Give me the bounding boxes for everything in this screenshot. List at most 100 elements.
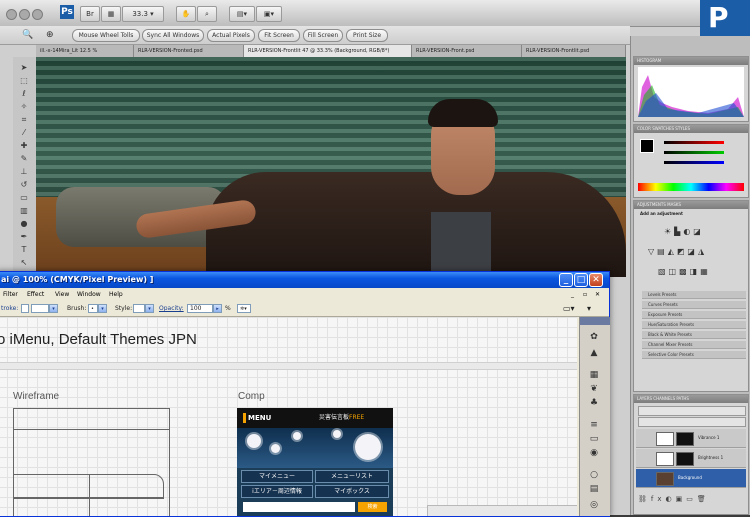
blend-mode-select[interactable] bbox=[638, 406, 746, 416]
transparency-panel-icon[interactable]: ◉ bbox=[587, 447, 601, 459]
history-brush-tool-icon[interactable]: ↺ bbox=[18, 180, 30, 190]
zoom-mode-icon[interactable]: ⊕ bbox=[46, 29, 66, 41]
recolor-artwork-icon[interactable]: ✲▾ bbox=[237, 304, 251, 313]
doc-minimize-icon[interactable]: _ bbox=[571, 288, 574, 301]
dock-collapse-bar[interactable] bbox=[580, 317, 610, 325]
graphic-style-swatch[interactable] bbox=[133, 304, 145, 313]
pen-tool-icon[interactable]: ✒ bbox=[18, 232, 30, 242]
brush-definition-field[interactable]: • bbox=[88, 304, 98, 313]
stroke-color-swatch[interactable] bbox=[21, 304, 29, 313]
maximize-button[interactable]: □ bbox=[574, 273, 588, 287]
eraser-tool-icon[interactable]: ▭ bbox=[18, 193, 30, 203]
close-window-icon[interactable] bbox=[6, 9, 17, 20]
marquee-tool-icon[interactable]: ⬚ bbox=[18, 76, 30, 86]
horizontal-scrollbar[interactable] bbox=[427, 505, 577, 516]
bridge-button[interactable]: Br bbox=[80, 6, 100, 22]
brush-dropdown-icon[interactable]: ▾ bbox=[98, 304, 107, 313]
path-select-tool-icon[interactable]: ↖ bbox=[18, 258, 30, 268]
graphic-styles-icon[interactable]: ♣ bbox=[587, 397, 601, 409]
eyedropper-tool-icon[interactable]: ⁄ bbox=[18, 128, 30, 138]
sync-windows-checkbox[interactable]: Sync All Windows bbox=[142, 29, 204, 42]
tab-document-1[interactable]: ill.-x-14Mira_Lit 12.5 % bbox=[36, 45, 134, 57]
blue-slider[interactable] bbox=[664, 161, 724, 164]
brushes-icon[interactable]: ❦ bbox=[587, 383, 601, 395]
fill-screen-button[interactable]: Fill Screen bbox=[303, 29, 343, 42]
adjustment-icons-row-1[interactable]: ☀▙◐◪ bbox=[664, 227, 724, 237]
dodge-tool-icon[interactable]: ● bbox=[18, 219, 30, 229]
hand-tool-icon[interactable]: ✋ bbox=[176, 6, 196, 22]
layer-row-selected[interactable]: Background bbox=[636, 469, 746, 488]
opacity-label[interactable]: Opacity: bbox=[159, 301, 184, 316]
stroke-panel-icon[interactable]: ≡ bbox=[587, 419, 601, 431]
green-slider[interactable] bbox=[664, 151, 724, 154]
symbols-icon[interactable]: ▦ bbox=[587, 369, 601, 381]
tab-document-active[interactable]: RLR-VERSION-Frontlit 47 @ 33.3% (Backgro… bbox=[244, 45, 412, 57]
appearance-panel-icon[interactable]: ○ bbox=[587, 469, 601, 481]
arrange-documents-button[interactable]: ▤▾ bbox=[229, 6, 255, 22]
preset-curves[interactable]: Curves Presets bbox=[642, 301, 746, 309]
gradient-tool-icon[interactable]: ▥ bbox=[18, 206, 30, 216]
swatches-icon[interactable]: ▲ bbox=[587, 347, 601, 359]
adjustment-icons-row-2[interactable]: ▽▤◭◩◪◮ bbox=[648, 247, 740, 257]
opacity-dropdown-icon[interactable]: ▸ bbox=[213, 304, 222, 313]
healing-tool-icon[interactable]: ✚ bbox=[18, 141, 30, 151]
layers-panel-icon[interactable]: ▤ bbox=[587, 483, 601, 495]
workspace-switcher-icon[interactable]: ▭▾ bbox=[563, 301, 575, 316]
gradient-panel-icon[interactable]: ▭ bbox=[587, 433, 601, 445]
preset-hue-saturation[interactable]: Hue/Saturation Presets bbox=[642, 321, 746, 329]
zoom-in-icon[interactable]: 🔍 bbox=[22, 29, 34, 41]
canvas-photo[interactable] bbox=[36, 57, 626, 277]
zoom-tool-icon[interactable]: ⌕ bbox=[197, 6, 217, 22]
ai-artboard[interactable]: o iMenu, Default Themes JPN Wireframe Co… bbox=[0, 317, 577, 516]
fit-screen-button[interactable]: Fit Screen bbox=[258, 29, 300, 42]
lasso-tool-icon[interactable]: ℓ bbox=[18, 89, 30, 99]
preset-levels[interactable]: Levels Presets bbox=[642, 291, 746, 299]
stroke-weight-input[interactable] bbox=[31, 304, 49, 313]
tab-document-4[interactable]: RLR-VERSION-Front.psd bbox=[412, 45, 522, 57]
lock-row[interactable] bbox=[638, 417, 746, 427]
menu-effect[interactable]: Effect bbox=[27, 288, 44, 301]
stamp-tool-icon[interactable]: ⊥ bbox=[18, 167, 30, 177]
opacity-input[interactable]: 100 bbox=[187, 304, 213, 313]
stroke-dropdown-icon[interactable]: ▾ bbox=[49, 304, 58, 313]
quick-select-tool-icon[interactable]: ✧ bbox=[18, 102, 30, 112]
ai-titlebar[interactable]: ai @ 100% (CMYK/Pixel Preview) ] _ □ ✕ bbox=[0, 272, 609, 288]
preset-channel-mixer[interactable]: Channel Mixer Presets bbox=[642, 341, 746, 349]
artboards-panel-icon[interactable]: ◎ bbox=[587, 499, 601, 511]
preset-selective-color[interactable]: Selective Color Presets bbox=[642, 351, 746, 359]
preset-exposure[interactable]: Exposure Presets bbox=[642, 311, 746, 319]
screen-mode-button[interactable]: ▣▾ bbox=[256, 6, 282, 22]
zoom-window-icon[interactable] bbox=[32, 9, 43, 20]
layer-row[interactable]: Vibrance 1 bbox=[636, 429, 746, 448]
menu-help[interactable]: Help bbox=[109, 288, 123, 301]
minimize-button[interactable]: _ bbox=[559, 273, 573, 287]
color-guide-icon[interactable]: ✿ bbox=[587, 331, 601, 343]
style-dropdown-icon[interactable]: ▾ bbox=[145, 304, 154, 313]
type-tool-icon[interactable]: T bbox=[18, 245, 30, 255]
move-tool-icon[interactable]: ➤ bbox=[18, 63, 30, 73]
doc-restore-icon[interactable]: ▫ bbox=[583, 288, 587, 301]
panel-menu-icon[interactable]: ▾ bbox=[587, 301, 591, 316]
close-button[interactable]: ✕ bbox=[589, 273, 603, 287]
tab-document-2[interactable]: RLR-VERSION-Fronted.psd bbox=[134, 45, 244, 57]
menu-view[interactable]: View bbox=[55, 288, 69, 301]
brush-tool-icon[interactable]: ✎ bbox=[18, 154, 30, 164]
layer-actions-bar[interactable]: ⛓fx◐▣▭🗑 bbox=[638, 495, 744, 507]
zoom-select[interactable]: 33.3 ▾ bbox=[122, 6, 164, 22]
adjustment-icons-row-3[interactable]: ▧◫▩◨▦ bbox=[658, 267, 738, 277]
preset-black-white[interactable]: Black & White Presets bbox=[642, 331, 746, 339]
mini-bridge-button[interactable]: ▦ bbox=[101, 6, 121, 22]
tab-document-5[interactable]: RLR-VERSION-Frontlit.psd bbox=[522, 45, 626, 57]
red-slider[interactable] bbox=[664, 141, 724, 144]
menu-window[interactable]: Window bbox=[77, 288, 101, 301]
foreground-color-swatch[interactable] bbox=[640, 139, 654, 153]
minimize-window-icon[interactable] bbox=[19, 9, 30, 20]
print-size-button[interactable]: Print Size bbox=[346, 29, 388, 42]
menu-filter[interactable]: Filter bbox=[3, 288, 18, 301]
crop-tool-icon[interactable]: ⌗ bbox=[18, 115, 30, 125]
actual-pixels-button[interactable]: Actual Pixels bbox=[207, 29, 255, 42]
color-ramp[interactable] bbox=[638, 183, 744, 191]
resize-windows-checkbox[interactable]: Mouse Wheel Tolls bbox=[72, 29, 140, 42]
layer-row[interactable]: Brightness 1 bbox=[636, 449, 746, 468]
doc-close-icon[interactable]: ✕ bbox=[595, 288, 600, 301]
